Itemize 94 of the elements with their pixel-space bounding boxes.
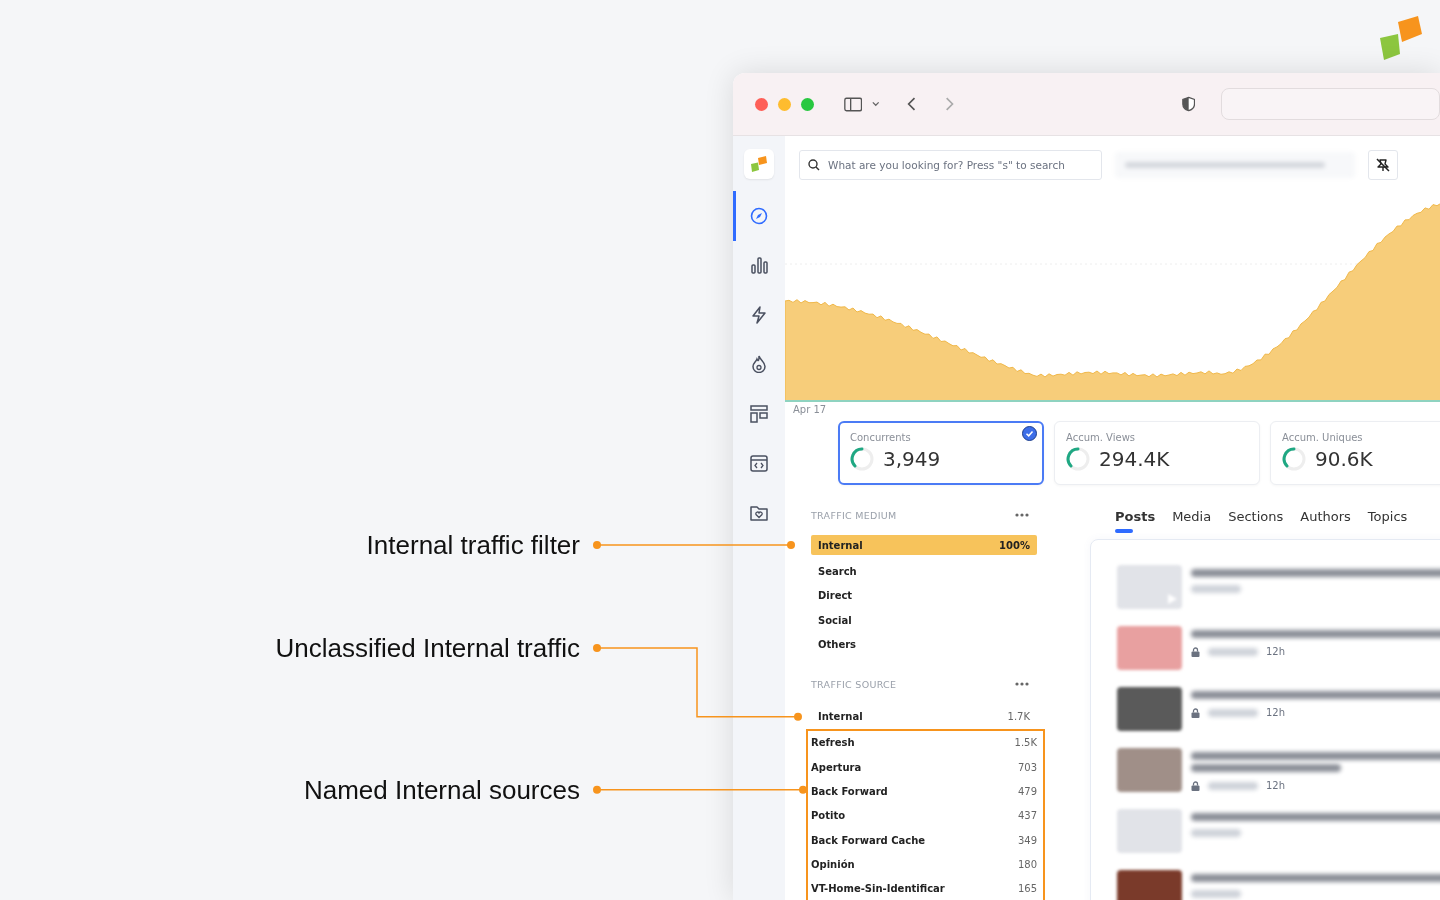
list-row[interactable]: Opinión 180 [806,852,1045,877]
window-control-icon[interactable] [755,97,768,111]
bar-chart-icon [750,256,768,275]
row-value: 349 [1017,834,1037,846]
post-time: 12h [1266,646,1286,657]
shield-icon[interactable] [1182,95,1196,113]
kpi-label: Accum. Uniques [1282,432,1364,443]
section-title: TRAFFIC MEDIUM [811,509,897,521]
kpi-label: Concurrents [850,432,912,443]
lock-icon [1191,646,1200,657]
callout-label: Named Internal sources [303,774,580,806]
row-label: Refresh [811,737,855,749]
post-time: 12h [1266,780,1286,791]
row-label: Opinión [811,858,855,870]
logo-button[interactable] [744,149,774,179]
list-row[interactable]: Internal 100% [811,535,1037,555]
row-label: Others [818,638,857,650]
row-label: Back Forward [811,786,888,797]
kpi-card[interactable]: Accum. Views 294.4K [1054,421,1260,485]
chart-date-label: Apr 17 [792,403,828,416]
row-label: Search [818,565,857,577]
row-value: 437 [1017,810,1037,822]
blurred-author [1208,708,1258,717]
list-row[interactable]: Social [811,607,1037,633]
forward-icon[interactable] [945,96,955,112]
photo-placeholder [1117,809,1182,853]
row-label: Social [818,614,852,626]
blurred-author [1191,890,1241,898]
row-value: 180 [1017,858,1037,870]
row-label: Internal [818,539,863,551]
blurred-author [1191,585,1241,593]
spinner-icon [1066,447,1090,471]
row-label: Direct [818,590,853,602]
row-label: VT-Home-Sin-Identificar [811,883,945,895]
row-value: 165 [1017,883,1037,895]
callout-label: Internal traffic filter [366,529,580,561]
row-label: Apertura [811,761,862,773]
logo-icon [750,155,768,173]
callout-label: Unclassified Internal traffic [275,632,580,664]
row-label: Internal [818,711,863,723]
tab[interactable]: Authors [1300,507,1351,533]
lock-icon [1191,780,1200,791]
logo-icon [1378,14,1424,62]
back-icon[interactable] [906,96,916,112]
blurred-author [1208,647,1258,656]
spinner-icon [1282,447,1306,471]
row-value: 1.5K [1014,737,1037,749]
post-time: 12h [1266,707,1286,718]
row-value: 100% [999,539,1030,551]
list-row[interactable]: Internal 1.7K [811,704,1037,729]
list-row[interactable]: Others [811,632,1037,657]
search-field[interactable]: What are you looking for? Press "s" to search [799,150,1102,180]
row-value: 1.7K [1007,711,1030,723]
pin-off-button[interactable] [1368,150,1398,180]
tab[interactable]: Media [1172,507,1212,533]
flame-icon [750,355,768,374]
more-icon[interactable] [1015,682,1029,687]
pin-off-icon [1375,157,1391,173]
list-row[interactable]: VT-Home-Sin-Identificar 165 [806,876,1045,900]
list-row[interactable]: Potito 437 [806,803,1045,828]
kpi-value: 294.4K [1099,447,1170,471]
row-label: Back Forward Cache [811,834,926,846]
tab[interactable]: Sections [1228,507,1284,533]
row-value: 703 [1017,761,1037,773]
blurred-author [1208,781,1258,790]
window-control-icon[interactable] [801,97,814,111]
kpi-label: Accum. Views [1066,432,1137,443]
list-row[interactable]: Direct [811,583,1037,608]
list-row[interactable]: Search [811,559,1037,584]
sidebar-toggle-icon[interactable] [844,95,863,113]
kpi-value: 3,949 [883,447,941,471]
lock-icon [1191,707,1200,718]
list-row[interactable]: Back Forward Cache 349 [806,827,1045,853]
folder-heart-icon [750,503,768,522]
compass-icon [750,206,768,225]
row-value: 479 [1017,786,1037,797]
blurred-author [1191,829,1241,837]
layout-icon [750,404,768,423]
list-row[interactable]: Refresh 1.5K [806,728,1045,756]
row-label: Potito [811,810,846,822]
kpi-value: 90.6K [1315,447,1373,471]
kpi-card[interactable]: Accum. Uniques 90.6K [1270,421,1440,485]
kpi-card[interactable]: Concurrents 3,949 [838,421,1044,485]
tab[interactable]: Posts [1115,507,1156,533]
play-icon [1167,593,1178,605]
tab[interactable]: Topics [1367,507,1408,533]
list-row[interactable]: Apertura 703 [806,755,1045,780]
calendar-code-icon [750,454,768,473]
spinner-icon [850,447,874,471]
more-icon[interactable] [1015,513,1029,517]
check-icon [1022,426,1037,441]
bolt-icon [750,305,768,324]
chevron-down-icon[interactable] [872,101,880,107]
section-title: TRAFFIC SOURCE [811,679,897,690]
